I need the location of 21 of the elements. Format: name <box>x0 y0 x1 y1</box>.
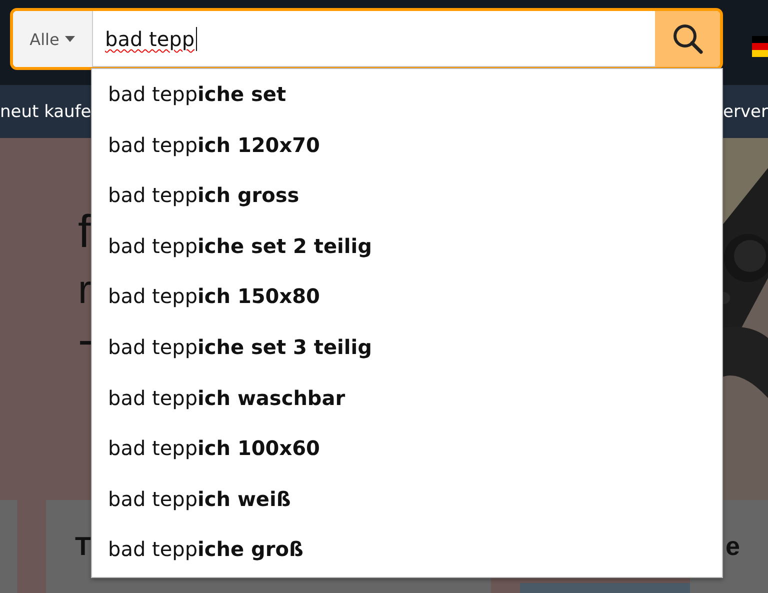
hero-text: - <box>78 316 94 362</box>
hero-text: r <box>78 270 92 310</box>
card-title: T <box>75 531 91 562</box>
category-dropdown[interactable]: Alle <box>13 11 93 67</box>
caret-icon <box>65 36 76 42</box>
suggestion-item[interactable]: bad teppiche set 3 teilig <box>92 322 722 373</box>
suggestion-item[interactable]: bad teppich gross <box>92 170 722 221</box>
card-title: e <box>726 531 740 562</box>
flag-icon[interactable] <box>752 36 768 57</box>
suggestion-item[interactable]: bad teppich 100x60 <box>92 423 722 474</box>
suggestion-item[interactable]: bad teppich waschbar <box>92 372 722 424</box>
search-button[interactable] <box>655 11 720 67</box>
suggestion-item[interactable]: bad teppich 120x70 <box>92 120 722 170</box>
suggestion-item[interactable]: bad teppiche set 2 teilig <box>92 220 722 272</box>
nav-link[interactable]: erver <box>723 102 768 122</box>
suggestion-item[interactable]: bad teppich 150x80 <box>92 271 722 322</box>
search-field[interactable]: bad tepp <box>93 11 655 67</box>
hero-text: f <box>78 208 92 254</box>
search-icon <box>672 23 704 55</box>
nav-link[interactable]: neut kaufe <box>0 102 92 122</box>
suggestion-item[interactable]: bad teppiche set <box>92 69 722 120</box>
